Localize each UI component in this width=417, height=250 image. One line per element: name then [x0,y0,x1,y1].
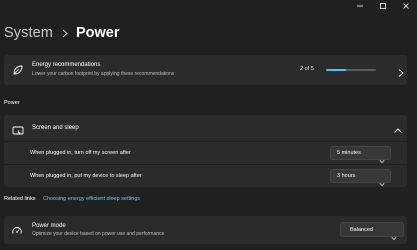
maximize-icon [379,3,386,9]
chevron-down-icon [391,228,397,241]
breadcrumb-parent[interactable]: System [4,25,53,41]
close-button[interactable] [394,0,417,12]
power-mode-subtitle: Optimize your device based on power use … [32,231,165,237]
maximize-button[interactable] [371,0,394,12]
sleep-row: When plugged in, put my device to sleep … [4,165,407,187]
minimize-icon [356,5,363,7]
screen-and-sleep-title: Screen and sleep [32,125,79,131]
energy-recommendations-card[interactable]: Energy recommendations Lower your carbon… [4,55,407,85]
sleep-label: When plugged in, put my device to sleep … [30,173,142,179]
leaf-icon [12,63,24,75]
sleep-dropdown[interactable]: 3 hours [330,169,391,187]
recommendations-subtitle: Lower your carbon footprint by applying … [32,71,175,77]
power-mode-value: Balanced [350,227,373,233]
screen-off-label: When plugged in, turn off my screen afte… [30,150,131,156]
page-title: Power [75,25,120,41]
chevron-right-icon [397,65,405,77]
screen-sleep-icon [12,123,24,135]
chevron-up-icon[interactable] [393,123,403,133]
screen-off-row: When plugged in, turn off my screen afte… [4,142,407,164]
related-links: Related links Choosing energy efficient … [4,192,140,206]
recommendations-progress-fill [326,69,346,71]
recommendations-progress-bar [326,69,376,71]
power-mode-icon [11,224,23,236]
screen-off-value: 5 minutes [337,150,361,156]
energy-efficient-sleep-link[interactable]: Choosing energy efficient sleep settings [43,196,140,202]
sleep-value: 3 hours [337,173,356,179]
chevron-down-icon [379,151,385,164]
related-links-label: Related links [4,196,36,202]
close-icon [402,3,409,9]
power-mode-dropdown[interactable]: Balanced [340,222,404,241]
screen-and-sleep-header[interactable]: Screen and sleep [4,115,407,141]
breadcrumb: System Power [4,23,119,43]
chevron-down-icon [379,174,385,187]
settings-window: System Power Energy recommendations Lowe… [0,0,417,250]
power-mode-title: Power mode [32,223,66,229]
recommendations-title: Energy recommendations [32,62,101,68]
power-mode-card: Power mode Optimize your device based on… [4,216,407,244]
window-controls [348,0,417,12]
chevron-right-icon [59,29,71,38]
recommendations-count: 2 of 5 [300,66,314,72]
minimize-button[interactable] [348,0,371,12]
section-title-power: Power [4,100,20,106]
screen-off-dropdown[interactable]: 5 minutes [330,146,391,164]
